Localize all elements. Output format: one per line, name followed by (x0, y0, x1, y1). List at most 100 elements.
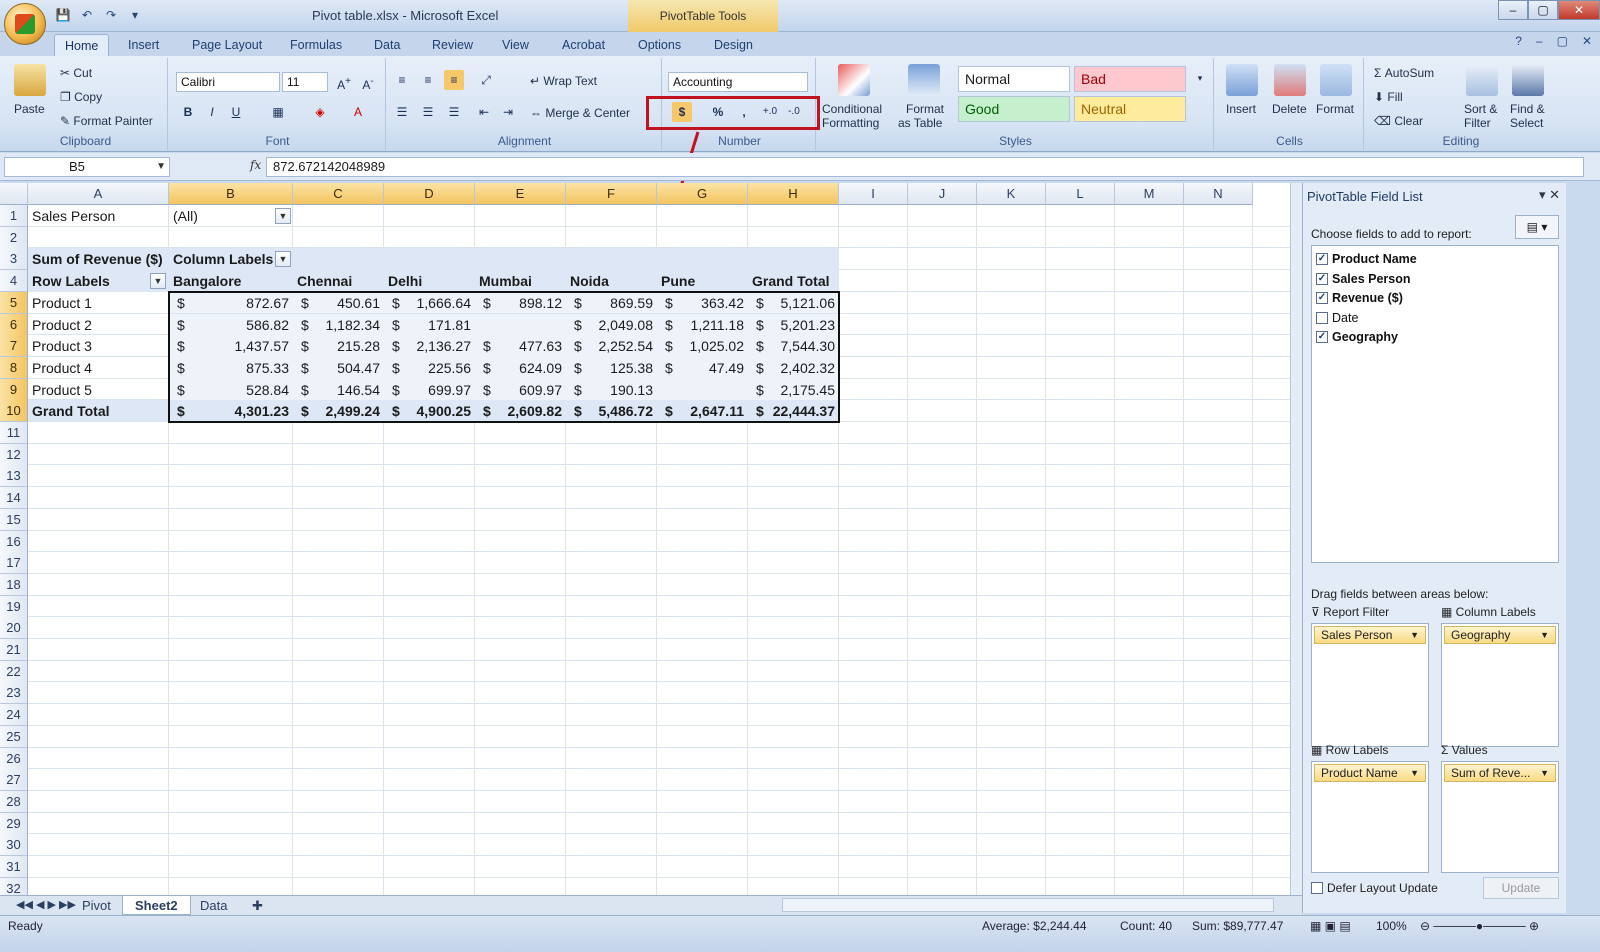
orientation-icon[interactable]: ⤢ (476, 70, 496, 90)
customize-qat-icon[interactable]: ▾ (126, 6, 144, 24)
align-center-icon[interactable]: ☰ (418, 102, 438, 122)
column-header-m[interactable]: M (1115, 183, 1184, 205)
column-header-c[interactable]: C (293, 183, 384, 205)
row-header-29[interactable]: 29 (0, 812, 28, 835)
pivot-header-cell[interactable]: Chennai (293, 270, 384, 292)
row-header-26[interactable]: 26 (0, 747, 28, 770)
tab-acrobat[interactable]: Acrobat (552, 34, 615, 56)
fx-icon[interactable]: fx (250, 158, 261, 172)
chevron-down-icon[interactable]: ▼ (1540, 765, 1549, 781)
name-box-dropdown-icon[interactable]: ▼ (156, 158, 166, 176)
row-header-17[interactable]: 17 (0, 552, 28, 575)
autosum-button[interactable]: Σ AutoSum (1374, 66, 1434, 80)
shrink-font-icon[interactable]: A- (358, 72, 378, 92)
zoom-level[interactable]: 100% (1376, 919, 1407, 933)
chevron-down-icon[interactable]: ▼ (1540, 627, 1549, 643)
tab-view[interactable]: View (492, 34, 539, 56)
row-header-8[interactable]: 8 (0, 356, 28, 379)
field-checkbox[interactable]: ✓ (1316, 272, 1328, 285)
underline-button[interactable]: U (226, 102, 246, 122)
row-label-cell[interactable]: Product 5 (28, 379, 169, 401)
pivot-header-cell[interactable]: Noida (566, 270, 657, 292)
column-header-h[interactable]: H (748, 183, 839, 205)
tab-review[interactable]: Review (422, 34, 483, 56)
row-header-14[interactable]: 14 (0, 487, 28, 510)
office-button[interactable] (4, 3, 46, 45)
find-select-sub[interactable]: Select (1510, 116, 1543, 130)
styles-more-icon[interactable]: ▾ (1190, 68, 1210, 88)
values-area[interactable]: Sum of Reve... ▼ (1441, 761, 1559, 873)
conditional-formatting-sub[interactable]: Formatting (822, 116, 879, 130)
column-header-e[interactable]: E (475, 183, 566, 205)
column-header-g[interactable]: G (657, 183, 748, 205)
row-header-11[interactable]: 11 (0, 422, 28, 444)
row-header-12[interactable]: 12 (0, 443, 28, 466)
tab-home[interactable]: Home (54, 34, 110, 56)
ribbon-minimize-icon[interactable]: – (1536, 34, 1543, 48)
column-labels-dropdown-icon[interactable]: ▼ (275, 251, 291, 268)
column-header-j[interactable]: J (908, 183, 977, 205)
row-header-9[interactable]: 9 (0, 378, 28, 401)
sum-label-cell[interactable]: Sum of Revenue ($) (28, 248, 169, 270)
column-header-a[interactable]: A (28, 183, 169, 205)
row-header-21[interactable]: 21 (0, 639, 28, 661)
style-neutral[interactable]: Neutral (1074, 96, 1186, 122)
undo-icon[interactable]: ↶ (78, 6, 96, 24)
bold-button[interactable]: B (178, 102, 198, 122)
sort-filter-button[interactable]: Sort & (1464, 102, 1497, 116)
field-checkbox[interactable]: ✓ (1316, 331, 1328, 344)
row-label-cell[interactable]: Product 4 (28, 357, 169, 379)
row-header-31[interactable]: 31 (0, 856, 28, 878)
select-all-corner[interactable] (0, 183, 28, 205)
row-labels-cell[interactable]: Row Labels (28, 270, 169, 292)
column-header-n[interactable]: N (1184, 183, 1253, 205)
row-header-32[interactable]: 32 (0, 877, 28, 895)
row-header-22[interactable]: 22 (0, 660, 28, 683)
row-header-19[interactable]: 19 (0, 595, 28, 618)
name-box[interactable]: B5 ▼ (4, 157, 170, 177)
grand-total-label[interactable]: Grand Total (28, 400, 169, 422)
sort-filter-sub[interactable]: Filter (1464, 116, 1491, 130)
report-filter-area[interactable]: Sales Person ▼ (1311, 623, 1429, 747)
tab-design[interactable]: Design (704, 34, 763, 56)
worksheet-grid[interactable]: A B C D E F G H I J K L M N 1 2 3 4 5 6 7 8 9 10 11 12 13 14 15 16 17 1… (0, 183, 1290, 895)
pivot-header-cell[interactable]: Delhi (384, 270, 475, 292)
tab-options[interactable]: Options (628, 34, 691, 56)
filter-label-cell[interactable]: Sales Person (28, 205, 169, 227)
redo-icon[interactable]: ↷ (102, 6, 120, 24)
row-header-5[interactable]: 5 (0, 291, 28, 314)
row-header-23[interactable]: 23 (0, 682, 28, 705)
row-header-20[interactable]: 20 (0, 617, 28, 640)
column-labels-area[interactable]: Geography ▼ (1441, 623, 1559, 747)
column-header-l[interactable]: L (1046, 183, 1115, 205)
font-size-box[interactable]: 11 (282, 72, 328, 92)
grow-font-icon[interactable]: A+ (334, 72, 354, 92)
paste-button[interactable]: Paste (14, 102, 45, 116)
italic-button[interactable]: I (202, 102, 222, 122)
filter-dropdown-icon[interactable]: ▼ (275, 208, 291, 224)
delete-cells-icon[interactable] (1274, 64, 1306, 96)
minimize-button[interactable]: – (1498, 0, 1528, 20)
increase-indent-icon[interactable]: ⇥ (498, 102, 518, 122)
bottom-align-icon[interactable]: ≡ (444, 70, 464, 90)
wrap-text-button[interactable]: ↵ Wrap Text (530, 74, 597, 88)
align-right-icon[interactable]: ☰ (444, 102, 464, 122)
field-sales-person[interactable]: ✓ Sales Person (1316, 270, 1411, 288)
insert-cells-button[interactable]: Insert (1226, 102, 1256, 116)
update-button[interactable]: Update (1483, 877, 1559, 899)
fill-color-icon[interactable]: ◈ (310, 102, 330, 122)
pivot-header-cell[interactable]: Bangalore (169, 270, 293, 292)
format-painter-button[interactable]: ✎ Format Painter (60, 114, 153, 128)
binoculars-icon[interactable] (1512, 64, 1544, 96)
format-cells-button[interactable]: Format (1316, 102, 1354, 116)
insert-sheet-icon[interactable]: ✚ (240, 896, 275, 915)
row-header-25[interactable]: 25 (0, 725, 28, 748)
formula-input[interactable]: 872.672142048989 (266, 157, 1584, 177)
cut-button[interactable]: ✂ Cut (60, 66, 92, 80)
sheet-tab-pivot[interactable]: Pivot (70, 896, 123, 915)
filter-chip-sales-person[interactable]: Sales Person ▼ (1314, 626, 1426, 644)
conditional-formatting-button[interactable]: Conditional (822, 102, 882, 116)
row-header-24[interactable]: 24 (0, 704, 28, 727)
column-header-i[interactable]: I (839, 183, 908, 205)
row-labels-dropdown-icon[interactable]: ▼ (150, 273, 166, 290)
